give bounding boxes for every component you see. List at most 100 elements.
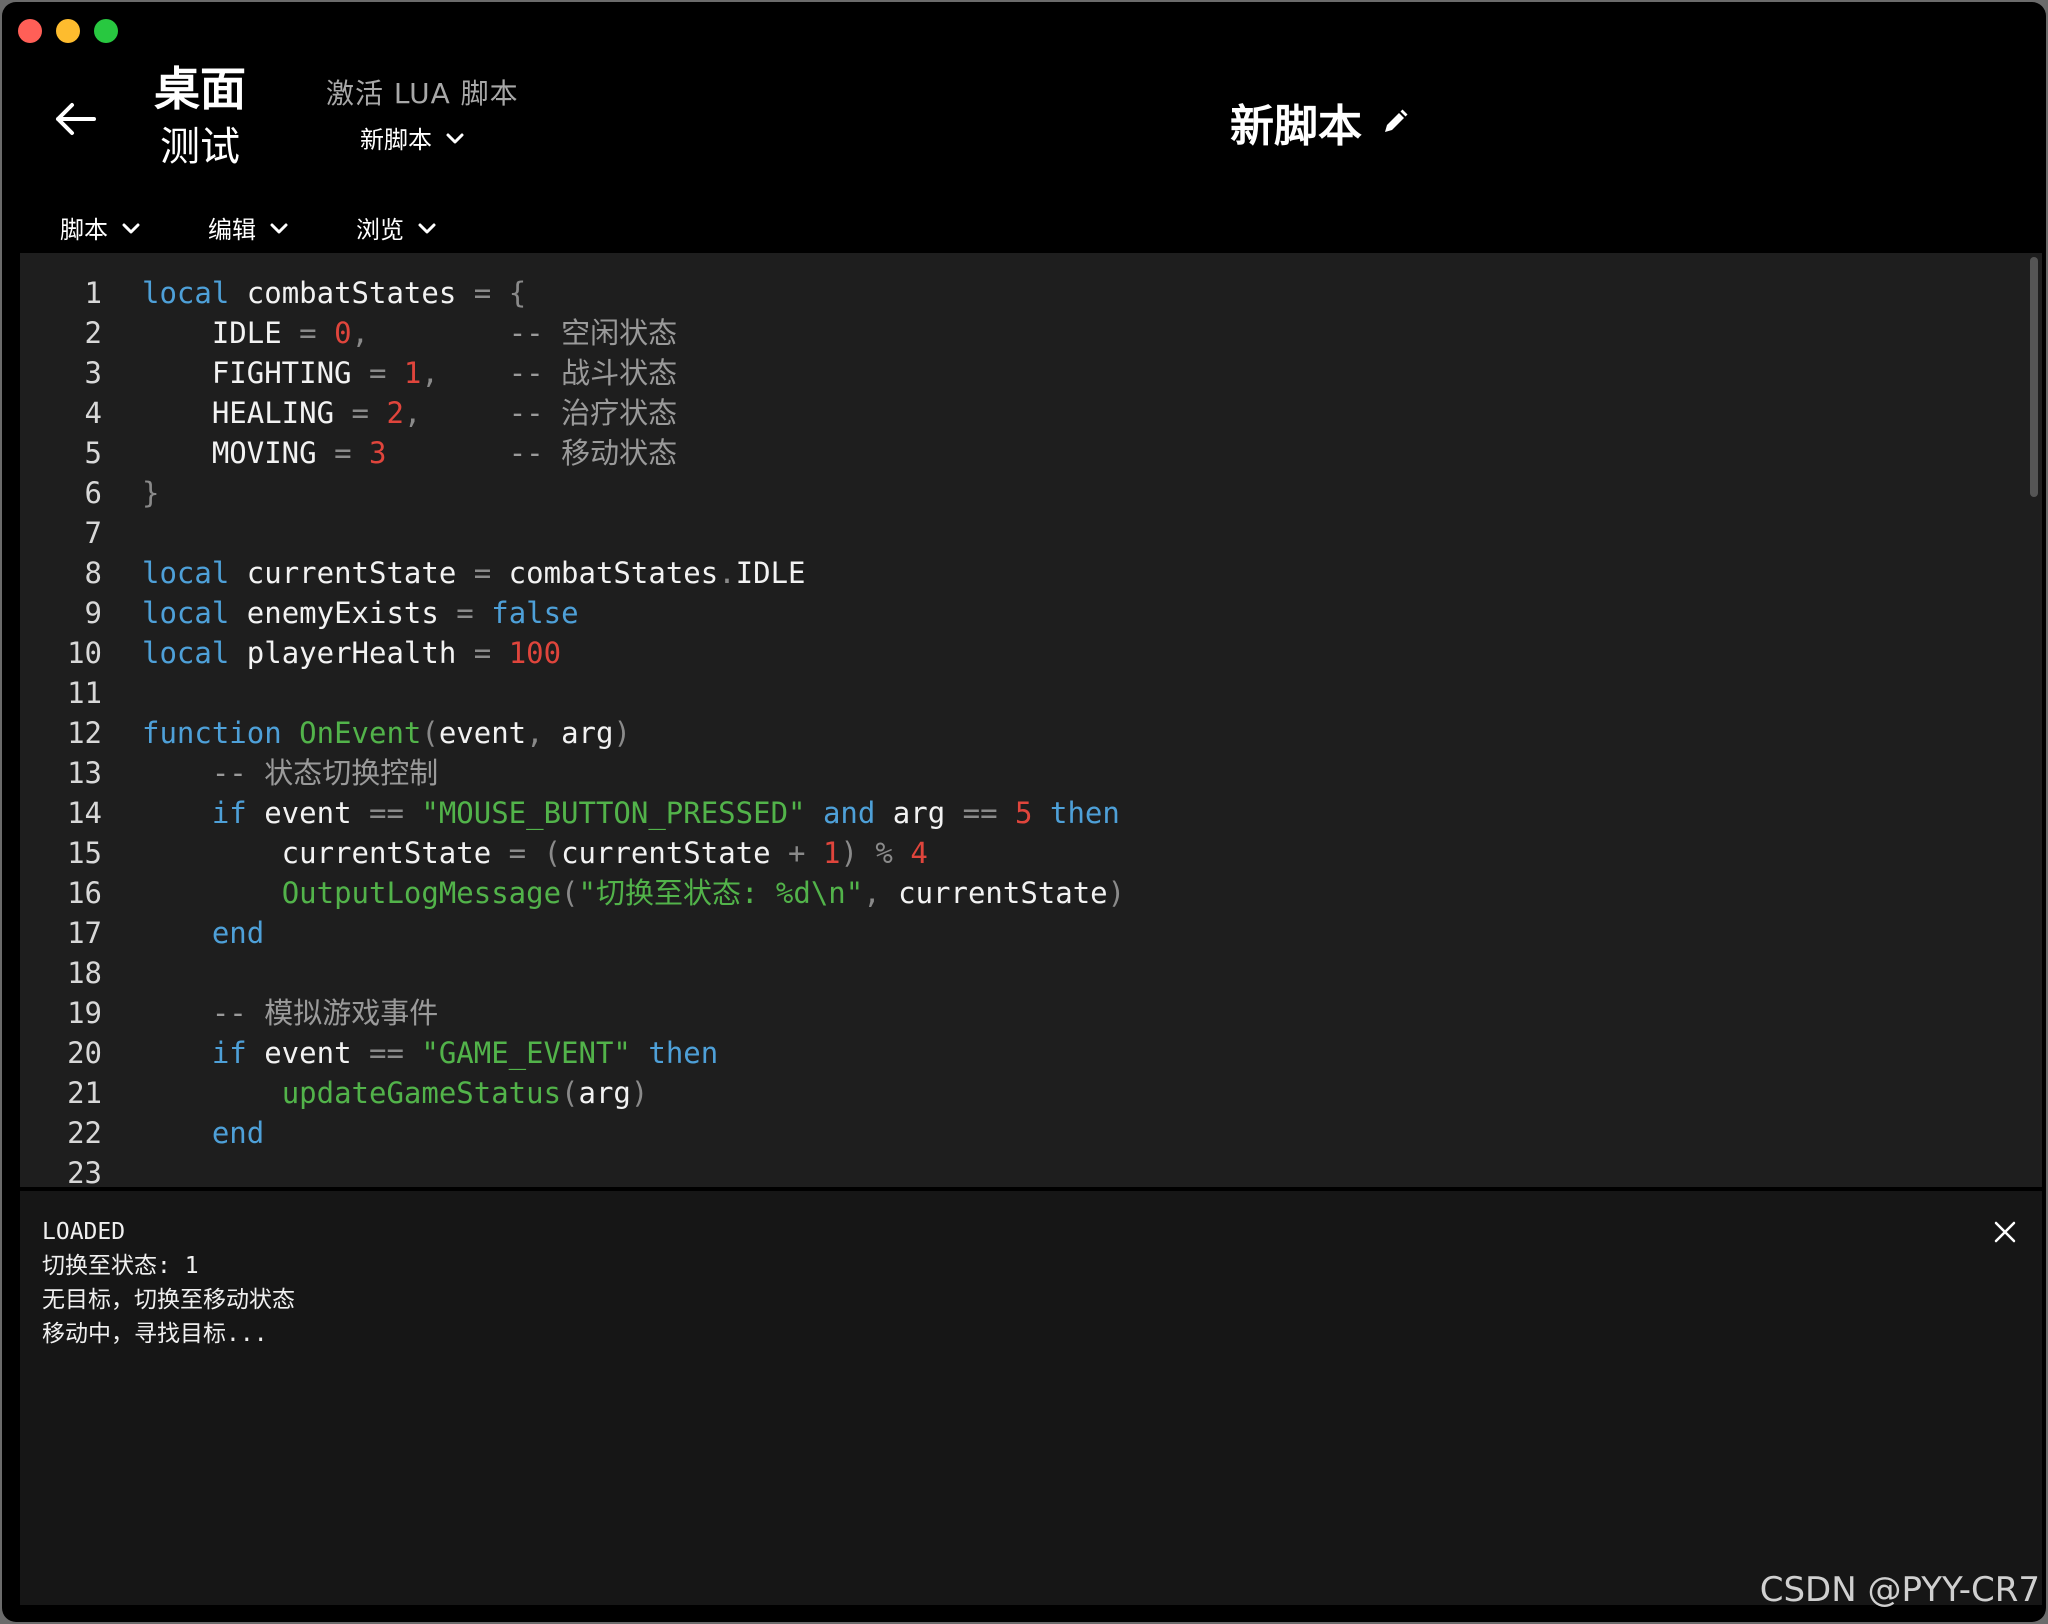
code-line[interactable]: 15 currentState = (currentState + 1) % 4 [20, 833, 2042, 873]
code-line[interactable]: 20 if event == "GAME_EVENT" then [20, 1033, 2042, 1073]
back-arrow-icon[interactable] [50, 94, 100, 144]
code-line[interactable]: 11 [20, 673, 2042, 713]
menu-view[interactable]: 浏览 [356, 210, 438, 245]
code-token: 3 [369, 436, 387, 470]
code-token: OnEvent [299, 716, 422, 750]
maximize-window-button[interactable] [94, 19, 118, 43]
code-text: end [142, 913, 264, 953]
script-select-dropdown[interactable]: 新脚本 [360, 120, 466, 155]
code-token: if [211, 1036, 247, 1070]
code-line[interactable]: 10 local playerHealth = 100 [20, 633, 2042, 673]
code-token: event [246, 1036, 369, 1070]
code-text: OutputLogMessage("切换至状态: %d\n", currentS… [142, 873, 1125, 913]
menu-view-label: 浏览 [356, 216, 404, 244]
code-line[interactable]: 6} [20, 473, 2042, 513]
close-window-button[interactable] [18, 19, 42, 43]
code-text: updateGameStatus(arg) [142, 1073, 649, 1113]
code-token: -- 移动状态 [508, 436, 678, 470]
code-editor[interactable]: 1 local combatStates = {2 IDLE = 0, -- 空闲… [20, 253, 2042, 1187]
code-line[interactable]: 2 IDLE = 0, -- 空闲状态 [20, 313, 2042, 353]
code-token: ) [630, 1076, 649, 1110]
code-token: IDLE [142, 316, 300, 350]
code-token: local [142, 276, 230, 310]
console-line: 移动中，寻找目标... [42, 1321, 268, 1347]
code-line[interactable]: 16 OutputLogMessage("切换至状态: %d\n", curre… [20, 873, 2042, 913]
code-token: then [648, 1036, 719, 1070]
code-token: ( [421, 716, 439, 750]
code-token: ) [840, 836, 858, 870]
code-token: -- 模拟游戏事件 [211, 996, 439, 1030]
code-token: IDLE [735, 556, 806, 590]
code-line[interactable]: 7 [20, 513, 2042, 553]
device-name-line2: 测试 [160, 124, 240, 170]
code-text: if event == "GAME_EVENT" then [142, 1033, 718, 1073]
code-line[interactable]: 17 end [20, 913, 2042, 953]
code-token: ( [561, 876, 579, 910]
code-line[interactable]: 3 FIGHTING = 1, -- 战斗状态 [20, 353, 2042, 393]
code-token: function [142, 716, 282, 750]
activate-lua-label: 激活 LUA 脚本 [326, 77, 519, 110]
line-number: 6 [84, 476, 102, 510]
code-token: = [299, 316, 317, 350]
app-window: 桌面 测试 激活 LUA 脚本 新脚本 新脚本 脚本 编辑 浏览 1 local … [2, 2, 2046, 1622]
minimize-window-button[interactable] [56, 19, 80, 43]
close-icon[interactable] [1990, 1217, 2020, 1247]
code-token: then [1049, 796, 1120, 830]
output-console: LOADED 切换至状态: 1 无目标，切换至移动状态 移动中，寻找目标... [20, 1191, 2042, 1605]
line-number: 11 [67, 676, 102, 710]
code-token: ( [543, 836, 562, 870]
code-token: -- 状态切换控制 [211, 756, 439, 790]
code-token: } [142, 476, 160, 510]
menu-edit-label: 编辑 [208, 216, 256, 244]
code-token: ) [1107, 876, 1126, 910]
code-token: and [822, 796, 876, 830]
code-line[interactable]: 8 local currentState = combatStates.IDLE [20, 553, 2042, 593]
line-number: 10 [67, 636, 102, 670]
code-line[interactable]: 21 updateGameStatus(arg) [20, 1073, 2042, 1113]
line-number: 18 [67, 956, 102, 990]
code-token: updateGameStatus [281, 1076, 562, 1110]
code-token: = [473, 636, 492, 670]
code-token: end [211, 1116, 265, 1150]
code-line[interactable]: 5 MOVING = 3 -- 移动状态 [20, 433, 2042, 473]
chevron-down-icon [122, 223, 140, 233]
code-token: false [491, 596, 579, 630]
chevron-down-icon [418, 223, 436, 233]
code-text: MOVING = 3 -- 移动状态 [142, 433, 677, 473]
script-title-area: 新脚本 [1230, 90, 1410, 154]
code-line[interactable]: 18 [20, 953, 2042, 993]
code-token: -- 空闲状态 [508, 316, 678, 350]
code-line[interactable]: 9 local enemyExists = false [20, 593, 2042, 633]
menu-bar: 脚本 编辑 浏览 [60, 210, 504, 245]
code-line[interactable]: 13 -- 状态切换控制 [20, 753, 2042, 793]
code-line[interactable]: 14 if event == "MOUSE_BUTTON_PRESSED" an… [20, 793, 2042, 833]
code-token: == [368, 1036, 404, 1070]
code-line[interactable]: 4 HEALING = 2, -- 治疗状态 [20, 393, 2042, 433]
code-line[interactable]: 1 local combatStates = { [20, 273, 2042, 313]
menu-edit[interactable]: 编辑 [208, 210, 290, 245]
code-token: "GAME_EVENT" [421, 1036, 631, 1070]
console-line: 无目标，切换至移动状态 [42, 1287, 295, 1313]
code-token: "MOUSE_BUTTON_PRESSED" [421, 796, 806, 830]
code-token: local [142, 556, 230, 590]
code-token: 1 [822, 836, 841, 870]
menu-script[interactable]: 脚本 [60, 210, 142, 245]
pencil-icon[interactable] [1380, 107, 1410, 137]
code-token: , [526, 716, 544, 750]
code-token: . [718, 556, 736, 590]
code-line[interactable]: 23 [20, 1153, 2042, 1187]
line-number: 17 [67, 916, 102, 950]
code-token: combatStates [491, 556, 719, 590]
code-line[interactable]: 19 -- 模拟游戏事件 [20, 993, 2042, 1033]
code-line[interactable]: 12 function OnEvent(event, arg) [20, 713, 2042, 753]
code-token: 2 [386, 396, 404, 430]
code-line[interactable]: 22 end [20, 1113, 2042, 1153]
code-text: end [142, 1113, 264, 1153]
